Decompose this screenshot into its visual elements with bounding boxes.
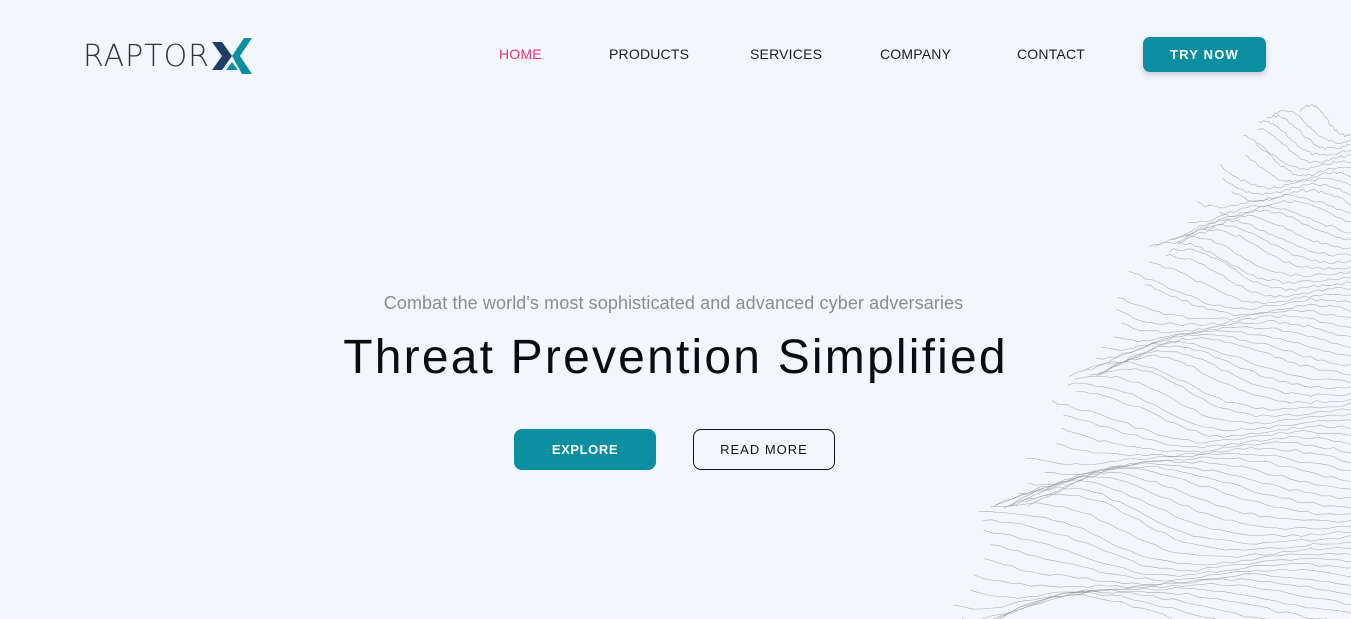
read-more-button[interactable]: READ MORE	[693, 429, 835, 470]
hero-title-row: Threat Prevention Simplified	[0, 330, 1351, 385]
nav-item-services[interactable]: SERVICES	[750, 46, 822, 62]
nav-item-contact[interactable]: CONTACT	[1017, 46, 1085, 62]
nav-item-products[interactable]: PRODUCTS	[609, 46, 689, 62]
raptor-x-logo-icon	[212, 38, 253, 74]
hero-subtitle-row: Combat the world's most sophisticated an…	[0, 293, 1351, 314]
brand-name: RAPTOR	[83, 38, 211, 74]
hero-subtitle: Combat the world's most sophisticated an…	[383, 293, 964, 313]
try-now-button[interactable]: TRY NOW	[1143, 37, 1266, 72]
brand-logo[interactable]: RAPTOR	[83, 36, 253, 76]
hero-title: Threat Prevention Simplified	[343, 331, 1008, 384]
nav-item-company[interactable]: COMPANY	[880, 46, 951, 62]
explore-button[interactable]: EXPLORE	[514, 429, 656, 470]
nav-item-home[interactable]: HOME	[499, 46, 542, 62]
landing-page: RAPTOR HOME PRODUCTS SERVICES COMPANY CO…	[0, 0, 1351, 619]
